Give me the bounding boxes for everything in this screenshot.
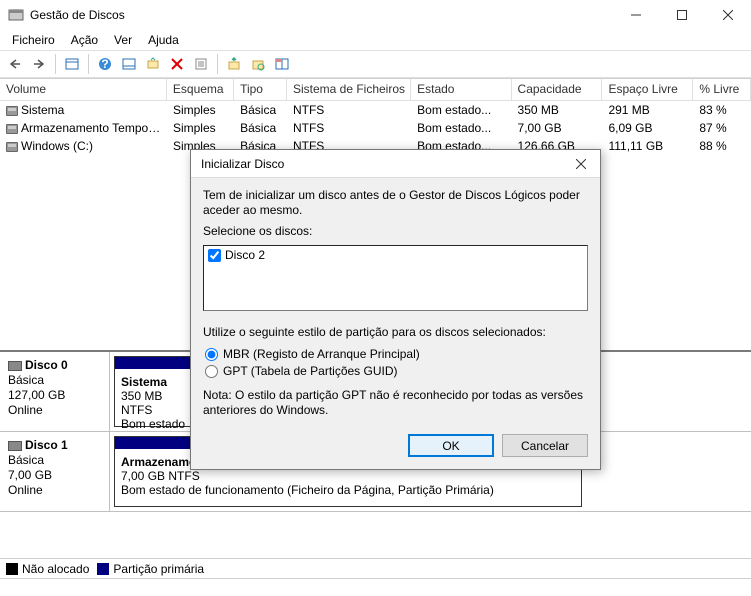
action3-icon[interactable] — [271, 53, 293, 75]
select-prompt: Selecione os discos: — [203, 224, 588, 239]
maximize-button[interactable] — [659, 0, 705, 30]
volume-icon — [6, 124, 18, 134]
col-volume[interactable]: Volume — [0, 79, 167, 100]
initialize-disk-dialog: Inicializar Disco Tem de inicializar um … — [190, 149, 601, 470]
volume-icon — [6, 106, 18, 116]
dialog-note: Nota: O estilo da partição GPT não é rec… — [203, 388, 588, 418]
dialog-title: Inicializar Disco — [201, 157, 566, 171]
action2-icon[interactable] — [247, 53, 269, 75]
col-sistema[interactable]: Sistema de Ficheiros — [287, 79, 411, 100]
toolbar: ? — [0, 50, 751, 78]
action1-icon[interactable] — [223, 53, 245, 75]
mbr-radio[interactable] — [205, 348, 218, 361]
window-title: Gestão de Discos — [30, 8, 613, 22]
titlebar: Gestão de Discos — [0, 0, 751, 30]
disk-checkbox[interactable] — [208, 249, 221, 262]
style-prompt: Utilize o seguinte estilo de partição pa… — [203, 325, 588, 339]
menubar: Ficheiro Ação Ver Ajuda — [0, 30, 751, 50]
disk-list: Disco 2 — [203, 245, 588, 311]
ok-button[interactable]: OK — [408, 434, 494, 457]
gpt-radio[interactable] — [205, 365, 218, 378]
volume-table: Volume Esquema Tipo Sistema de Ficheiros… — [0, 78, 751, 155]
table-row[interactable]: Sistema Simples Básica NTFS Bom estado..… — [0, 101, 751, 119]
refresh-icon[interactable] — [142, 53, 164, 75]
col-espaco[interactable]: Espaço Livre — [602, 79, 693, 100]
menu-ficheiro[interactable]: Ficheiro — [4, 31, 63, 49]
help-icon[interactable]: ? — [94, 53, 116, 75]
col-capacidade[interactable]: Capacidade — [512, 79, 603, 100]
legend: Não alocado Partição primária — [0, 558, 751, 578]
partition[interactable]: Sistema 350 MB NTFS Bom estado — [114, 356, 194, 427]
col-livre[interactable]: % Livre — [693, 79, 751, 100]
svg-text:?: ? — [101, 57, 108, 71]
dialog-instruction: Tem de inicializar um disco antes de o G… — [203, 188, 588, 218]
col-estado[interactable]: Estado — [411, 79, 511, 100]
table-row[interactable]: Armazenamento Temporário Simples Básica … — [0, 119, 751, 137]
view-top-icon[interactable] — [61, 53, 83, 75]
dialog-titlebar[interactable]: Inicializar Disco — [191, 150, 600, 178]
disk-option[interactable]: Disco 2 — [208, 248, 583, 262]
radio-mbr[interactable]: MBR (Registo de Arranque Principal) — [205, 347, 588, 361]
menu-ver[interactable]: Ver — [106, 31, 140, 49]
disk-icon — [8, 441, 22, 451]
disk-info: Disco 0 Básica 127,00 GB Online — [0, 352, 110, 431]
minimize-button[interactable] — [613, 0, 659, 30]
view-bottom-icon[interactable] — [118, 53, 140, 75]
menu-ajuda[interactable]: Ajuda — [140, 31, 187, 49]
table-header: Volume Esquema Tipo Sistema de Ficheiros… — [0, 79, 751, 101]
disk-info: Disco 1 Básica 7,00 GB Online — [0, 432, 110, 511]
forward-icon[interactable] — [28, 53, 50, 75]
back-icon[interactable] — [4, 53, 26, 75]
disk-icon — [8, 361, 22, 371]
close-button[interactable] — [705, 0, 751, 30]
app-icon — [8, 7, 24, 23]
volume-icon — [6, 142, 18, 152]
col-esquema[interactable]: Esquema — [167, 79, 234, 100]
properties-icon[interactable] — [190, 53, 212, 75]
radio-gpt[interactable]: GPT (Tabela de Partições GUID) — [205, 364, 588, 378]
swatch-unallocated — [6, 563, 18, 575]
statusbar — [0, 578, 751, 596]
menu-acao[interactable]: Ação — [63, 31, 106, 49]
dialog-close-button[interactable] — [566, 152, 596, 176]
delete-icon[interactable] — [166, 53, 188, 75]
swatch-primary — [97, 563, 109, 575]
cancel-button[interactable]: Cancelar — [502, 434, 588, 457]
col-tipo[interactable]: Tipo — [234, 79, 287, 100]
